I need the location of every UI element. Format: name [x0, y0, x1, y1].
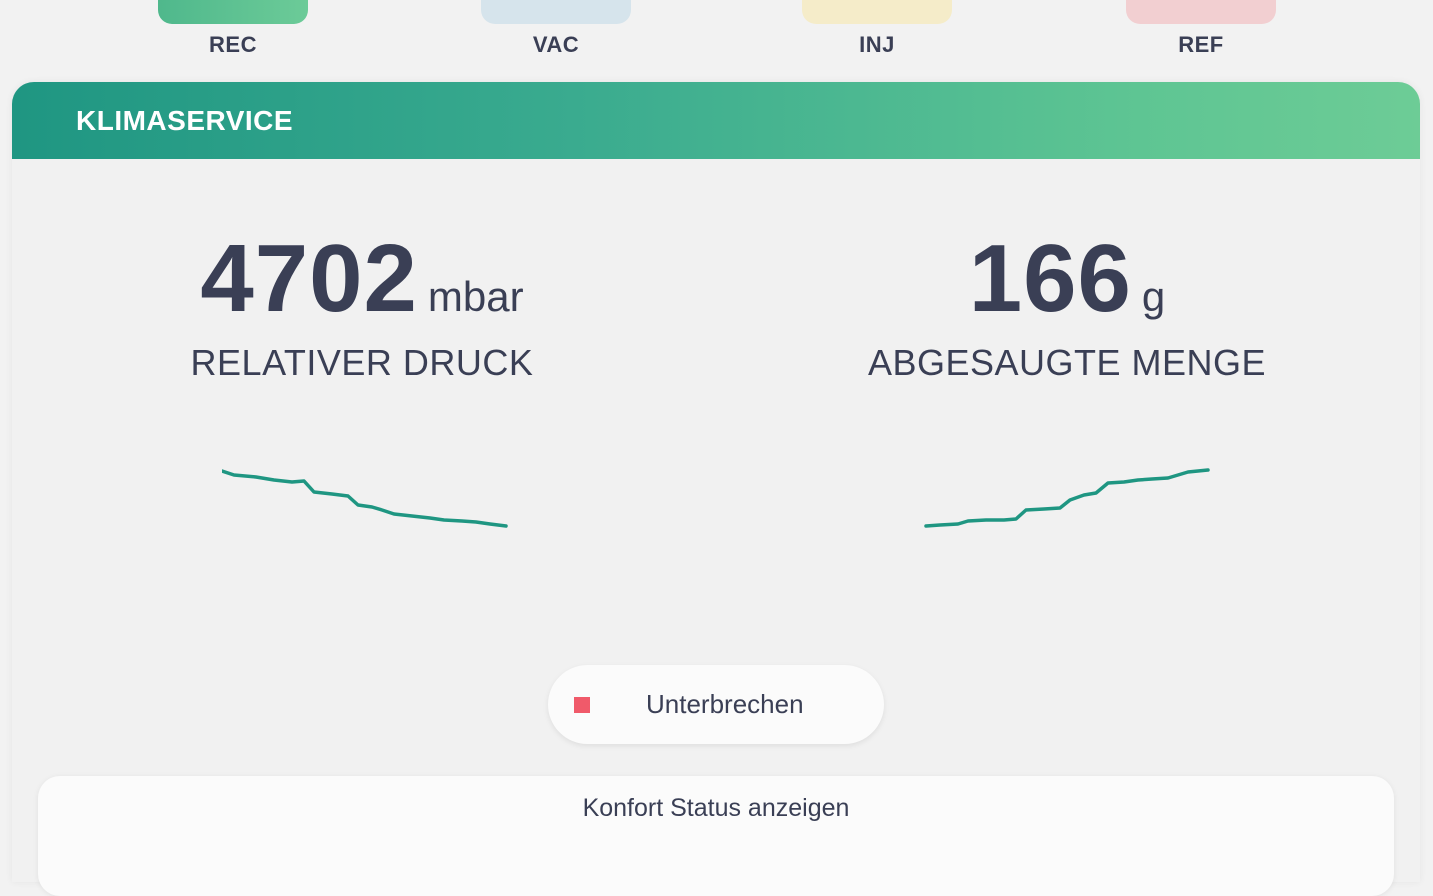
- pressure-metric: 4702 mbar RELATIVER DRUCK: [152, 224, 572, 384]
- step-ref-label: REF: [1178, 32, 1224, 57]
- step-vac[interactable]: VAC: [481, 0, 631, 58]
- step-rec-indicator: [158, 0, 308, 24]
- amount-value: 166: [968, 225, 1132, 332]
- pause-button-label: Unterbrechen: [646, 689, 804, 719]
- step-ref-indicator: [1126, 0, 1276, 24]
- pressure-label: RELATIVER DRUCK: [190, 342, 534, 383]
- pressure-unit: mbar: [427, 273, 524, 320]
- step-rec[interactable]: REC: [158, 0, 308, 58]
- stop-icon: [574, 696, 590, 713]
- amount-value-row: 166 g: [867, 224, 1267, 334]
- process-steps: REC VAC INJ REF: [0, 0, 1433, 72]
- step-inj-label: INJ: [859, 32, 895, 57]
- step-vac-label: VAC: [532, 32, 580, 57]
- step-inj-indicator: [802, 0, 952, 24]
- step-rec-label: REC: [209, 32, 257, 57]
- step-inj[interactable]: INJ: [802, 0, 952, 58]
- pressure-trend-line: [222, 469, 508, 528]
- amount-metric: 166 g ABGESAUGTE MENGE: [867, 224, 1267, 384]
- amount-unit: g: [1141, 273, 1166, 320]
- pause-button[interactable]: Unterbrechen: [548, 665, 884, 744]
- comfort-status-panel[interactable]: Konfort Status anzeigen: [38, 776, 1394, 896]
- pressure-value-row: 4702 mbar: [152, 224, 572, 334]
- amount-trend-line: [924, 468, 1210, 528]
- amount-label: ABGESAUGTE MENGE: [867, 342, 1267, 383]
- climate-service-card: KLIMASERVICE 4702 mbar RELATIVER DRUCK 1…: [12, 82, 1420, 896]
- card-title: KLIMASERVICE: [76, 104, 294, 136]
- step-ref[interactable]: REF: [1126, 0, 1276, 58]
- card-header: KLIMASERVICE: [12, 82, 1420, 159]
- step-vac-indicator: [481, 0, 631, 24]
- pressure-value: 4702: [200, 225, 418, 332]
- comfort-status-label: Konfort Status anzeigen: [582, 794, 850, 822]
